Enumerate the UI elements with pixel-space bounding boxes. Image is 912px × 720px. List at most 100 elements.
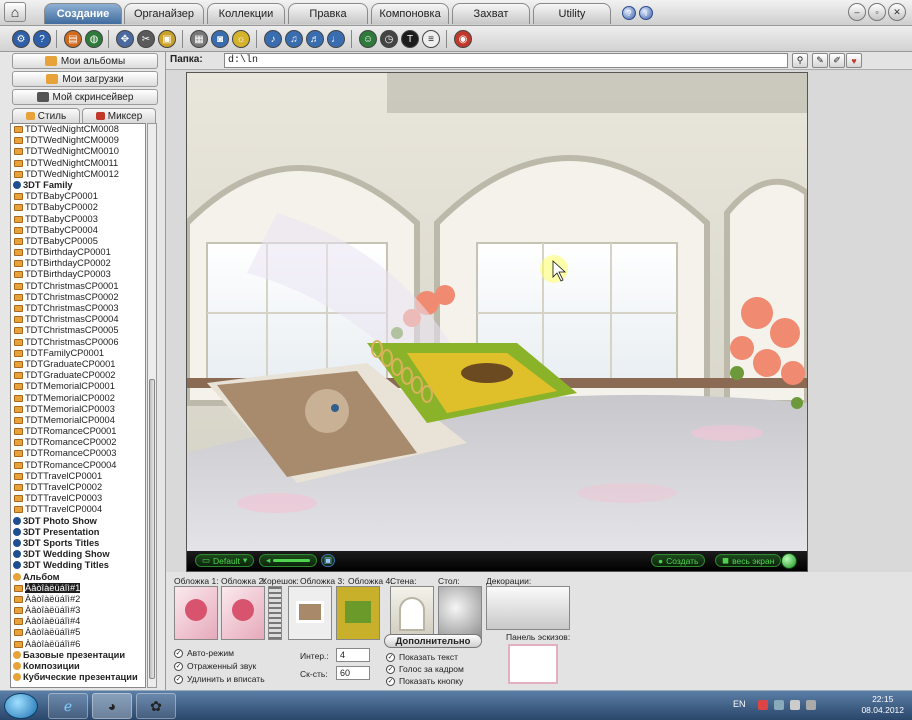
tree-item[interactable]: TDTMemorialCP0001 (11, 381, 145, 392)
edit-icon[interactable]: ✎ (812, 53, 828, 68)
home-icon[interactable]: ⌂ (4, 2, 26, 22)
tree-item[interactable]: TDTTravelCP0001 (11, 471, 145, 482)
create-button[interactable]: ● Создать (651, 554, 706, 567)
my-screensaver-button[interactable]: Мой скринсейвер (12, 89, 158, 105)
tree-item[interactable]: Àâòîàëüáîì#4 (11, 616, 145, 627)
tree-item[interactable]: TDTMemorialCP0002 (11, 393, 145, 404)
auto-mode-checkbox[interactable]: ✓ Авто-режим (174, 648, 234, 658)
tools-icon[interactable]: ✂ (137, 30, 155, 48)
tree-category[interactable]: 3DT Presentation (11, 527, 145, 538)
caption-icon[interactable]: ≡ (422, 30, 440, 48)
clock[interactable]: 22:15 08.04.2012 (861, 694, 904, 716)
tree-category[interactable]: Кубические презентации (11, 672, 145, 683)
tree-category[interactable]: 3DT Photo Show (11, 516, 145, 527)
sketch-panel-thumbnail[interactable] (508, 644, 558, 684)
tree-scrollbar[interactable] (147, 123, 157, 688)
tree-item[interactable]: TDTMemorialCP0003 (11, 404, 145, 415)
photo-icon[interactable]: ◙ (211, 30, 229, 48)
tree-category[interactable]: Альбом (11, 572, 145, 583)
interval-input[interactable]: 4 (336, 648, 370, 662)
tree-item[interactable]: TDTTravelCP0004 (11, 504, 145, 515)
tab-utility[interactable]: Utility (533, 3, 611, 24)
show-button-checkbox[interactable]: ✓ Показать кнопку (386, 676, 463, 686)
help-icon[interactable]: ? (622, 6, 636, 20)
tree-item[interactable]: TDTRomanceCP0002 (11, 437, 145, 448)
tree-category[interactable]: 3DT Wedding Show (11, 549, 145, 560)
volume-icon[interactable] (790, 700, 800, 710)
stretch-fit-checkbox[interactable]: ✓ Удлинить и вписать (174, 674, 265, 684)
tree-item[interactable]: TDTChristmasCP0006 (11, 337, 145, 348)
tree-item[interactable]: TDTGraduateCP0001 (11, 359, 145, 370)
tree-item[interactable]: TDTBabyCP0002 (11, 202, 145, 213)
show-text-checkbox[interactable]: ✓ Показать текст (386, 652, 458, 662)
tree-item[interactable]: TDTRomanceCP0003 (11, 448, 145, 459)
tab-collections[interactable]: Коллекции (207, 3, 285, 24)
network-icon[interactable] (774, 700, 784, 710)
advanced-button[interactable]: Дополнительно (384, 634, 482, 648)
reflected-sound-checkbox[interactable]: ✓ Отраженный звук (174, 661, 256, 671)
app-cat-icon[interactable]: ◕ (92, 693, 132, 719)
folder-path-input[interactable]: d:\ln (224, 53, 788, 68)
speed-input[interactable]: 60 (336, 666, 370, 680)
scroll-thumb[interactable] (149, 379, 155, 679)
tree-item[interactable]: TDTChristmasCP0002 (11, 292, 145, 303)
tree-item[interactable]: TDTWedNightCM0009 (11, 135, 145, 146)
tree-item[interactable]: TDTBirthdayCP0001 (11, 247, 145, 258)
style-tree[interactable]: TDTWedNightCM0008 TDTWedNightCM0009 TDTWed… (10, 123, 146, 688)
tab-create[interactable]: Создание (44, 3, 122, 24)
tree-item[interactable]: TDTTravelCP0002 (11, 482, 145, 493)
tree-item[interactable]: TDTBabyCP0005 (11, 236, 145, 247)
tray-extra-icon[interactable] (806, 700, 816, 710)
info-icon[interactable]: i (639, 6, 653, 20)
tree-item[interactable]: TDTChristmasCP0001 (11, 281, 145, 292)
wall-thumbnail[interactable] (390, 586, 434, 640)
paint-icon[interactable]: ✐ (829, 53, 845, 68)
tree-category[interactable]: 3DT Wedding Titles (11, 560, 145, 571)
audio-icon[interactable]: ♬ (306, 30, 324, 48)
album-icon[interactable]: ▤ (64, 30, 82, 48)
help-icon[interactable]: ? (33, 30, 51, 48)
app-flower-icon[interactable]: ✿ (136, 693, 176, 719)
restore-icon[interactable]: ▫ (868, 3, 886, 21)
tree-item[interactable]: TDTBirthdayCP0002 (11, 258, 145, 269)
tree-category[interactable]: 3DT Sports Titles (11, 538, 145, 549)
tray-app-icon[interactable] (758, 700, 768, 710)
cover1-thumbnail[interactable] (174, 586, 218, 640)
tree-category[interactable]: Композиции (11, 661, 145, 672)
decor-thumbnail[interactable] (486, 586, 570, 630)
minimize-icon[interactable]: – (848, 3, 866, 21)
my-downloads-button[interactable]: Мои загрузки (12, 71, 158, 87)
monitor-icon[interactable]: ▣ (321, 554, 335, 567)
language-indicator[interactable]: EN (733, 699, 746, 709)
tab-mixer[interactable]: Миксер (82, 108, 156, 123)
tree-item[interactable]: TDTWedNightCM0010 (11, 146, 145, 157)
tree-item[interactable]: Àâòîàëüáîì#6 (11, 639, 145, 650)
tree-item[interactable]: TDTRomanceCP0004 (11, 460, 145, 471)
tab-organizer[interactable]: Органайзер (124, 3, 204, 24)
close-icon[interactable]: ✕ (888, 3, 906, 21)
fullscreen-button[interactable]: ◼ весь экран (715, 554, 782, 567)
film-icon[interactable]: ▦ (190, 30, 208, 48)
tree-item[interactable]: TDTChristmasCP0005 (11, 325, 145, 336)
cover3-thumbnail[interactable] (288, 586, 332, 640)
favorite-icon[interactable]: ♥ (846, 53, 862, 68)
text-icon[interactable]: T (401, 30, 419, 48)
slideshow-icon[interactable]: ▣ (158, 30, 176, 48)
tree-item[interactable]: TDTBabyCP0004 (11, 225, 145, 236)
cover2-thumbnail[interactable] (221, 586, 265, 640)
tab-style[interactable]: Стиль (12, 108, 80, 123)
tree-item[interactable]: TDTWedNightCM0008 (11, 124, 145, 135)
tree-item[interactable]: TDTGraduateCP0002 (11, 370, 145, 381)
tree-item[interactable]: Àâòîàëüáîì#1 (11, 582, 145, 594)
tree-item[interactable]: Àâòîàëüáîì#2 (11, 594, 145, 605)
tree-item[interactable]: TDTBirthdayCP0003 (11, 269, 145, 280)
tree-item[interactable]: TDTWedNightCM0012 (11, 169, 145, 180)
spine-thumbnail[interactable] (268, 586, 282, 640)
preset-select[interactable]: ▭ Default ▾ (195, 554, 255, 567)
tab-layout[interactable]: Компоновка (371, 3, 449, 24)
audio-settings-icon[interactable]: ♩ (327, 30, 345, 48)
browse-icon[interactable]: ⚲ (792, 53, 808, 68)
preview-window[interactable]: ▭ Default ▾ ◂ ▣ ● Создать ◼ весь экран (186, 72, 808, 572)
tree-item[interactable]: TDTTravelCP0003 (11, 493, 145, 504)
tree-category[interactable]: Базовые презентации (11, 650, 145, 661)
